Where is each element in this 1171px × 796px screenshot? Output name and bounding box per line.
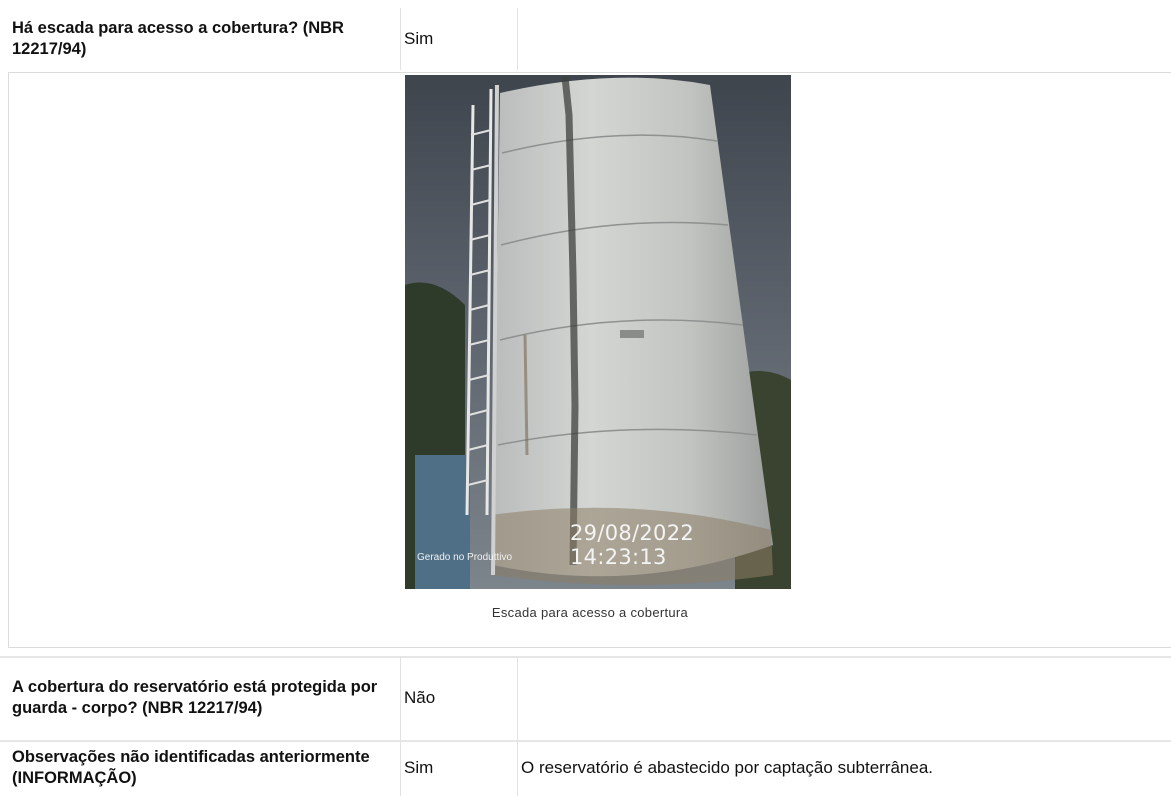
photo-panel: Gerado no Produttivo 29/08/2022 14:23:13… <box>8 72 1171 648</box>
question-label: Observações não identificadas anteriorme… <box>12 748 370 787</box>
table-row: A cobertura do reservatório está protegi… <box>0 656 1171 740</box>
question-label: A cobertura do reservatório está protegi… <box>12 678 378 717</box>
reservoir-photo[interactable]: Gerado no Produttivo 29/08/2022 14:23:13 <box>405 75 791 589</box>
answer-value: Não <box>404 688 436 707</box>
question-label: Há escada para acesso a cobertura? (NBR … <box>12 19 344 58</box>
photo-caption: Escada para acesso a cobertura <box>491 605 689 620</box>
watermark-app: Gerado no Produttivo <box>417 552 513 563</box>
table-row: Há escada para acesso a cobertura? (NBR … <box>0 8 1171 70</box>
answer-value: Sim <box>404 758 434 777</box>
observation-value <box>521 656 1161 740</box>
table-row: Observações não identificadas anteriorme… <box>0 740 1171 796</box>
watermark-datetime: 29/08/2022 14:23:13 <box>570 521 695 569</box>
observation-value <box>521 8 1161 70</box>
observation-value: O reservatório é abastecido por captação… <box>521 758 934 777</box>
answer-value: Sim <box>404 29 434 48</box>
